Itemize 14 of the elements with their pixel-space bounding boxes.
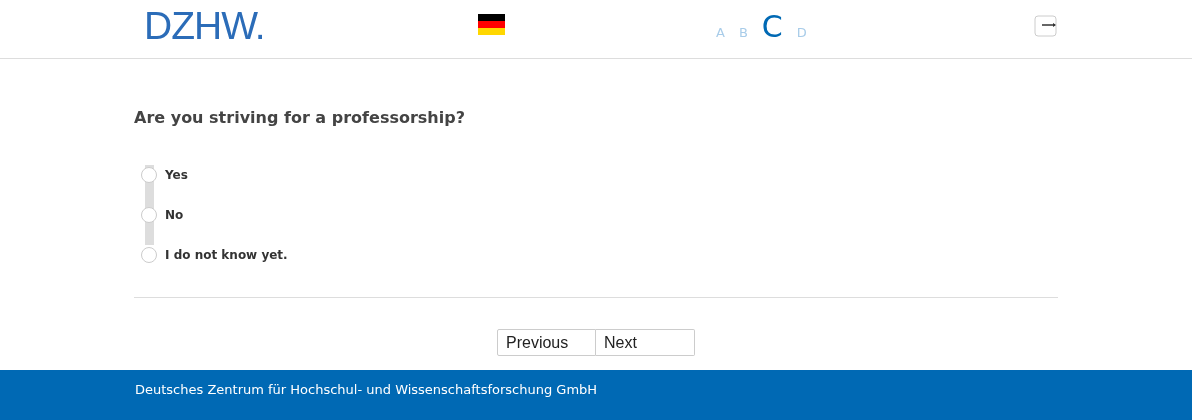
option-label[interactable]: No — [165, 206, 184, 224]
logout-icon[interactable] — [1034, 15, 1058, 37]
radio-button[interactable] — [141, 167, 157, 183]
logo[interactable]: DZHW. — [144, 5, 284, 45]
question-text: Are you striving for a professorship? — [134, 108, 466, 128]
radio-button[interactable] — [141, 207, 157, 223]
option-label[interactable]: Yes — [165, 166, 188, 184]
flag-icon[interactable] — [478, 13, 505, 35]
next-button[interactable]: Next — [596, 329, 695, 356]
radio-button[interactable] — [141, 247, 157, 263]
chapter-link[interactable]: C — [761, 11, 783, 43]
option-label[interactable]: I do not know yet. — [165, 246, 288, 264]
previous-button[interactable]: Previous — [497, 329, 596, 356]
footer-text: Deutsches Zentrum für Hochschul- und Wissenschaftsforschung GmbH — [135, 381, 598, 400]
